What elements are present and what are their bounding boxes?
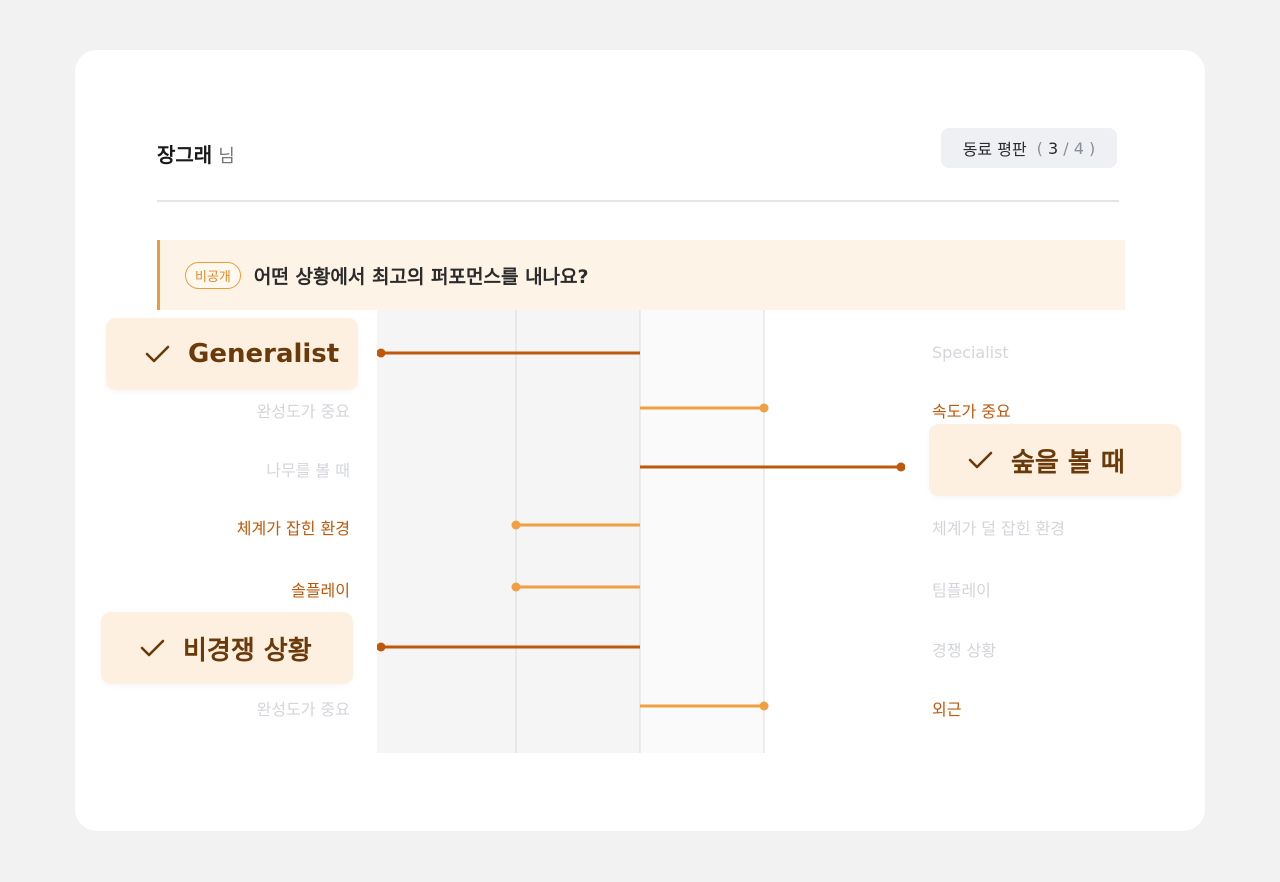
row-dot-3 [511, 520, 521, 530]
peer-review-badge[interactable]: 동료 평판 ( 3 / 4 ) [941, 128, 1117, 168]
row-left-label-3: 체계가 잡힌 환경 [236, 519, 350, 538]
row-dot-1 [759, 403, 769, 413]
user-name: 장그래 님 [157, 139, 235, 168]
badge-label: 동료 평판 [962, 140, 1027, 159]
row-right-label-5: 경쟁 상황 [932, 641, 996, 660]
question-bar: 비공개 어떤 상황에서 최고의 퍼포먼스를 내나요? [157, 240, 1125, 310]
check-icon [145, 345, 170, 363]
row-right-label-1: 속도가 중요 [932, 402, 1011, 421]
badge-separator: / [1063, 138, 1069, 158]
user-name-text: 장그래 [157, 143, 213, 167]
highlight-text-1: 숲을 볼 때 [1011, 447, 1125, 478]
row-left-label-1: 완성도가 중요 [256, 402, 350, 421]
row-right-label-4: 팀플레이 [932, 581, 991, 600]
highlight-text-0: Generalist [188, 339, 340, 369]
row-left-label-2: 나무를 볼 때 [266, 461, 350, 480]
highlight-1: 숲을 볼 때 [929, 424, 1181, 496]
row-right-label-6: 외근 [932, 700, 962, 719]
badge-count: ( 3 / 4 ) [1036, 138, 1096, 158]
band-center-right [640, 310, 764, 753]
badge-total: 4 [1073, 138, 1084, 158]
question-text: 어떤 상황에서 최고의 퍼포먼스를 내나요? [253, 265, 589, 288]
check-icon [968, 451, 993, 469]
row-left-label-6: 완성도가 중요 [256, 700, 350, 719]
header-divider [157, 200, 1119, 202]
highlight-text-2: 비경쟁 상황 [183, 635, 312, 666]
row-left-label-4: 솔플레이 [291, 581, 350, 600]
row-dot-4 [511, 582, 521, 592]
private-tag: 비공개 [185, 261, 241, 289]
highlight-2: 비경쟁 상황 [101, 612, 353, 684]
badge-current: 3 [1048, 138, 1059, 158]
preference-chart [377, 310, 905, 753]
highlight-0: Generalist [106, 318, 358, 390]
check-icon [140, 639, 165, 657]
row-right-label-0: Specialist [932, 343, 1009, 362]
row-right-label-3: 체계가 덜 잡힌 환경 [932, 519, 1066, 538]
row-dot-6 [759, 701, 769, 711]
user-name-suffix: 님 [218, 146, 235, 167]
